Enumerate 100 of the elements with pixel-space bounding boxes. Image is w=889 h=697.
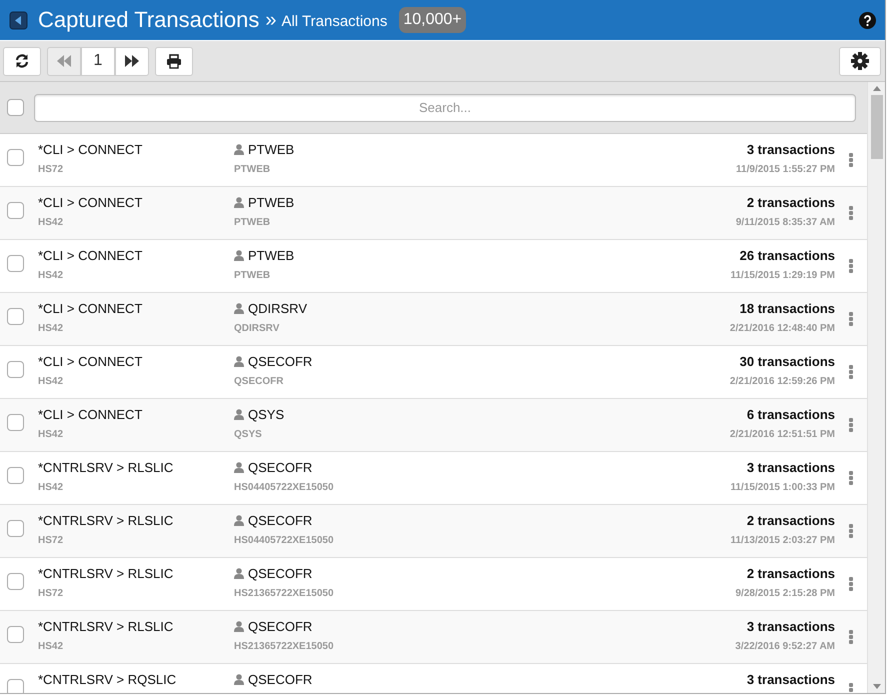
- timestamp: 9/28/2015 2:15:28 PM: [735, 588, 835, 599]
- breadcrumb-item: All Transactions: [281, 13, 388, 30]
- checkbox[interactable]: [7, 361, 24, 378]
- more-options-icon[interactable]: [849, 524, 853, 538]
- user-icon: [234, 197, 244, 208]
- user-detail: PTWEB: [234, 217, 272, 228]
- list-row[interactable]: *CLI > CONNECT HS42 PTWEB PTWEB 2 transactions 9/11/2015 8:35:37 AM: [0, 187, 867, 240]
- user-detail: PTWEB: [234, 270, 272, 281]
- user-icon: [234, 303, 244, 314]
- user-name: QSECOFR: [248, 566, 312, 581]
- list-row[interactable]: *CNTRLSRV > RLSLIC HS42 QSECOFR HS21365722XE15050 3 transactions 3/22/2016 9:52:27 AM: [0, 611, 867, 664]
- list-row[interactable]: *CNTRLSRV > RLSLIC HS72 QSECOFR HS04405722XE15050 2 transactions 11/13/2015 2:03:27 PM: [0, 505, 867, 558]
- checkbox[interactable]: [7, 626, 24, 643]
- print-button[interactable]: [155, 46, 193, 76]
- list-row[interactable]: *CLI > CONNECT HS42 QSYS QSYS 6 transactions 2/21/2016 12:51:51 PM: [0, 399, 867, 452]
- transaction-count: 3 transactions: [746, 619, 835, 634]
- more-options-icon[interactable]: [849, 418, 853, 432]
- system-name: HS42: [38, 323, 64, 334]
- system-name: HS72: [38, 535, 64, 546]
- more-options-icon[interactable]: [849, 683, 853, 693]
- checkbox[interactable]: [7, 520, 24, 537]
- checkbox[interactable]: [7, 467, 24, 484]
- checkbox[interactable]: [7, 308, 24, 325]
- checkbox[interactable]: [7, 414, 24, 431]
- more-options-icon[interactable]: [849, 259, 853, 273]
- user-icon: [234, 250, 244, 261]
- action-name: *CLI > CONNECT: [38, 248, 144, 263]
- user-icon: [234, 674, 244, 685]
- settings-icon: [851, 52, 869, 70]
- system-name: HS42: [38, 429, 64, 440]
- back-icon[interactable]: [9, 10, 28, 30]
- transaction-count: 30 transactions: [740, 354, 835, 369]
- checkbox[interactable]: [7, 573, 24, 590]
- more-options-icon[interactable]: [849, 206, 853, 220]
- scroll-thumb[interactable]: [870, 95, 882, 159]
- transaction-count: 6 transactions: [746, 407, 835, 422]
- user-icon: [234, 515, 244, 526]
- count-badge: 10,000+: [399, 7, 466, 33]
- action-name: *CLI > CONNECT: [38, 354, 144, 369]
- user-name: PTWEB: [248, 142, 294, 157]
- scroll-up-icon[interactable]: [872, 86, 880, 91]
- settings-button[interactable]: [839, 46, 881, 76]
- timestamp: 3/22/2016 9:52:27 AM: [735, 641, 835, 652]
- transaction-count: 2 transactions: [746, 566, 835, 581]
- user-icon: [234, 356, 244, 367]
- more-options-icon[interactable]: [849, 153, 853, 167]
- timestamp: 2/21/2016 12:59:26 PM: [730, 376, 835, 387]
- page-title: Captured Transactions: [38, 7, 260, 33]
- transaction-count: 2 transactions: [746, 513, 835, 528]
- action-name: *CLI > CONNECT: [38, 142, 144, 157]
- user-detail: QDIRSRV: [234, 323, 280, 334]
- printer-icon: [166, 54, 182, 68]
- user-detail: HS04405722XE15050: [234, 535, 335, 546]
- system-name: HS42: [38, 270, 64, 281]
- search-field[interactable]: Search...: [34, 94, 856, 122]
- checkbox[interactable]: [7, 679, 24, 693]
- action-name: *CLI > CONNECT: [38, 195, 144, 210]
- user-icon: [234, 144, 244, 155]
- checkbox[interactable]: [7, 149, 24, 166]
- timestamp: 9/11/2015 8:35:37 AM: [736, 217, 835, 228]
- user-detail: QSYS: [234, 429, 263, 440]
- user-icon: [234, 409, 244, 420]
- more-options-icon[interactable]: [849, 471, 853, 485]
- user-name: QSECOFR: [248, 513, 312, 528]
- system-name: HS42: [38, 641, 64, 652]
- checkbox[interactable]: [7, 99, 24, 116]
- transaction-count: 3 transactions: [746, 672, 835, 687]
- scroll-down-icon[interactable]: [872, 684, 880, 689]
- user-name: PTWEB: [248, 248, 294, 263]
- more-options-icon[interactable]: [849, 577, 853, 591]
- checkbox[interactable]: [7, 255, 24, 272]
- system-name: HS42: [38, 482, 64, 493]
- more-options-icon[interactable]: [849, 630, 853, 644]
- action-name: *CNTRLSRV > RQSLIC: [38, 672, 178, 687]
- user-detail: QSECOFR: [234, 376, 284, 387]
- timestamp: 2/21/2016 12:48:40 PM: [730, 323, 835, 334]
- scrollbar[interactable]: [867, 82, 885, 693]
- transaction-count: 2 transactions: [746, 195, 835, 210]
- action-name: *CNTRLSRV > RLSLIC: [38, 619, 174, 634]
- timestamp: 11/13/2015 2:03:27 PM: [730, 535, 835, 546]
- list-row[interactable]: *CLI > CONNECT HS42 QDIRSRV QDIRSRV 18 transactions 2/21/2016 12:48:40 PM: [0, 293, 867, 346]
- help-icon[interactable]: [859, 12, 876, 28]
- user-icon: [234, 621, 244, 632]
- user-detail: HS04405722XE15050: [234, 482, 335, 493]
- more-options-icon[interactable]: [849, 312, 853, 326]
- timestamp: 11/9/2015 1:55:27 PM: [736, 164, 835, 175]
- action-name: *CNTRLSRV > RLSLIC: [38, 513, 174, 528]
- timestamp: 11/15/2015 1:29:19 PM: [730, 270, 835, 281]
- checkbox[interactable]: [7, 202, 24, 219]
- system-name: HS72: [38, 164, 64, 175]
- next-page-button[interactable]: [115, 46, 149, 76]
- user-icon: [234, 462, 244, 473]
- user-detail: PTWEB: [234, 164, 272, 175]
- transaction-count: 3 transactions: [746, 460, 835, 475]
- action-name: *CLI > CONNECT: [38, 407, 144, 422]
- more-options-icon[interactable]: [849, 365, 853, 379]
- user-name: PTWEB: [248, 195, 294, 210]
- refresh-button[interactable]: [3, 46, 41, 76]
- page-number-button[interactable]: 1: [81, 46, 115, 76]
- user-name: QDIRSRV: [248, 301, 307, 316]
